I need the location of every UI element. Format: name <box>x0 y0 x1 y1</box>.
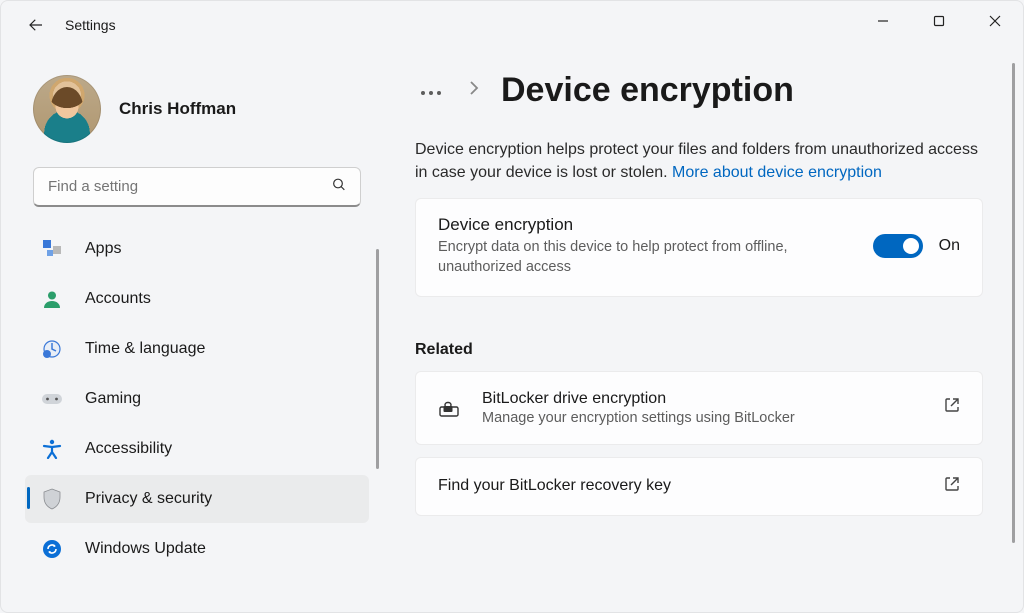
encryption-card-subtitle: Encrypt data on this device to help prot… <box>438 238 798 277</box>
sidebar-item-label: Time & language <box>85 340 205 358</box>
sidebar-item-label: Accounts <box>85 290 151 308</box>
ellipsis-icon <box>420 79 442 102</box>
sidebar-item-accounts[interactable]: Accounts <box>25 275 369 323</box>
user-profile[interactable]: Chris Hoffman <box>25 67 369 167</box>
device-encryption-toggle[interactable] <box>873 234 923 258</box>
learn-more-link[interactable]: More about device encryption <box>672 164 882 181</box>
settings-window: Settings Chris Hoffman <box>0 0 1024 613</box>
update-icon <box>41 538 63 560</box>
back-button[interactable] <box>23 12 49 38</box>
sidebar-item-gaming[interactable]: Gaming <box>25 375 369 423</box>
sidebar-item-label: Apps <box>85 240 121 258</box>
avatar <box>33 75 101 143</box>
sidebar: Chris Hoffman Apps <box>1 49 381 612</box>
open-external-icon <box>944 397 960 418</box>
accounts-icon <box>41 288 63 310</box>
sidebar-item-label: Accessibility <box>85 440 172 458</box>
toggle-wrap: On <box>873 234 960 258</box>
window-title: Settings <box>65 17 116 33</box>
open-external-icon <box>944 476 960 497</box>
apps-icon <box>41 238 63 260</box>
sidebar-item-label: Privacy & security <box>85 490 212 508</box>
related-item-subtitle: Manage your encryption settings using Bi… <box>482 410 922 426</box>
gamepad-icon <box>41 388 63 410</box>
sidebar-item-time-language[interactable]: Time & language <box>25 325 369 373</box>
breadcrumb: Device encryption <box>415 71 983 110</box>
card-text: Device encryption Encrypt data on this d… <box>438 215 873 277</box>
close-icon <box>989 15 1001 27</box>
sidebar-item-label: Windows Update <box>85 540 206 558</box>
sidebar-item-windows-update[interactable]: Windows Update <box>25 525 369 573</box>
sidebar-item-accessibility[interactable]: Accessibility <box>25 425 369 473</box>
content-scrollbar[interactable] <box>1012 63 1015 543</box>
encryption-card-title: Device encryption <box>438 215 873 235</box>
body: Chris Hoffman Apps <box>1 49 1023 612</box>
page-description: Device encryption helps protect your fil… <box>415 138 983 184</box>
sidebar-item-privacy-security[interactable]: Privacy & security <box>25 475 369 523</box>
sidebar-item-label: Gaming <box>85 390 141 408</box>
search-icon <box>331 177 347 198</box>
chevron-right-icon <box>469 81 479 100</box>
nav: Apps Accounts Time & language <box>25 225 369 612</box>
minimize-button[interactable] <box>855 1 911 41</box>
related-item-title: Find your BitLocker recovery key <box>438 477 922 495</box>
lock-drive-icon <box>438 397 460 419</box>
user-display-name: Chris Hoffman <box>119 99 236 119</box>
related-heading: Related <box>415 341 983 359</box>
sidebar-item-apps[interactable]: Apps <box>25 225 369 273</box>
content: Device encryption Device encryption help… <box>381 49 1023 612</box>
related-item-title: BitLocker drive encryption <box>482 390 922 408</box>
page-title: Device encryption <box>501 71 794 110</box>
search-wrap <box>33 167 361 207</box>
related-item-recovery-key[interactable]: Find your BitLocker recovery key <box>415 457 983 516</box>
window-controls <box>855 1 1023 41</box>
close-button[interactable] <box>967 1 1023 41</box>
row-text: Find your BitLocker recovery key <box>438 477 922 495</box>
search-input[interactable] <box>33 167 361 207</box>
maximize-button[interactable] <box>911 1 967 41</box>
minimize-icon <box>877 15 889 27</box>
breadcrumb-menu-button[interactable] <box>415 75 447 107</box>
related-item-bitlocker[interactable]: BitLocker drive encryption Manage your e… <box>415 371 983 445</box>
shield-icon <box>41 488 63 510</box>
clock-globe-icon <box>41 338 63 360</box>
device-encryption-card: Device encryption Encrypt data on this d… <box>415 198 983 296</box>
toggle-state-label: On <box>939 237 960 255</box>
sidebar-scrollbar[interactable] <box>376 249 379 469</box>
back-arrow-icon <box>27 16 45 34</box>
row-text: BitLocker drive encryption Manage your e… <box>482 390 922 426</box>
titlebar: Settings <box>1 1 1023 49</box>
accessibility-icon <box>41 438 63 460</box>
maximize-icon <box>933 15 945 27</box>
